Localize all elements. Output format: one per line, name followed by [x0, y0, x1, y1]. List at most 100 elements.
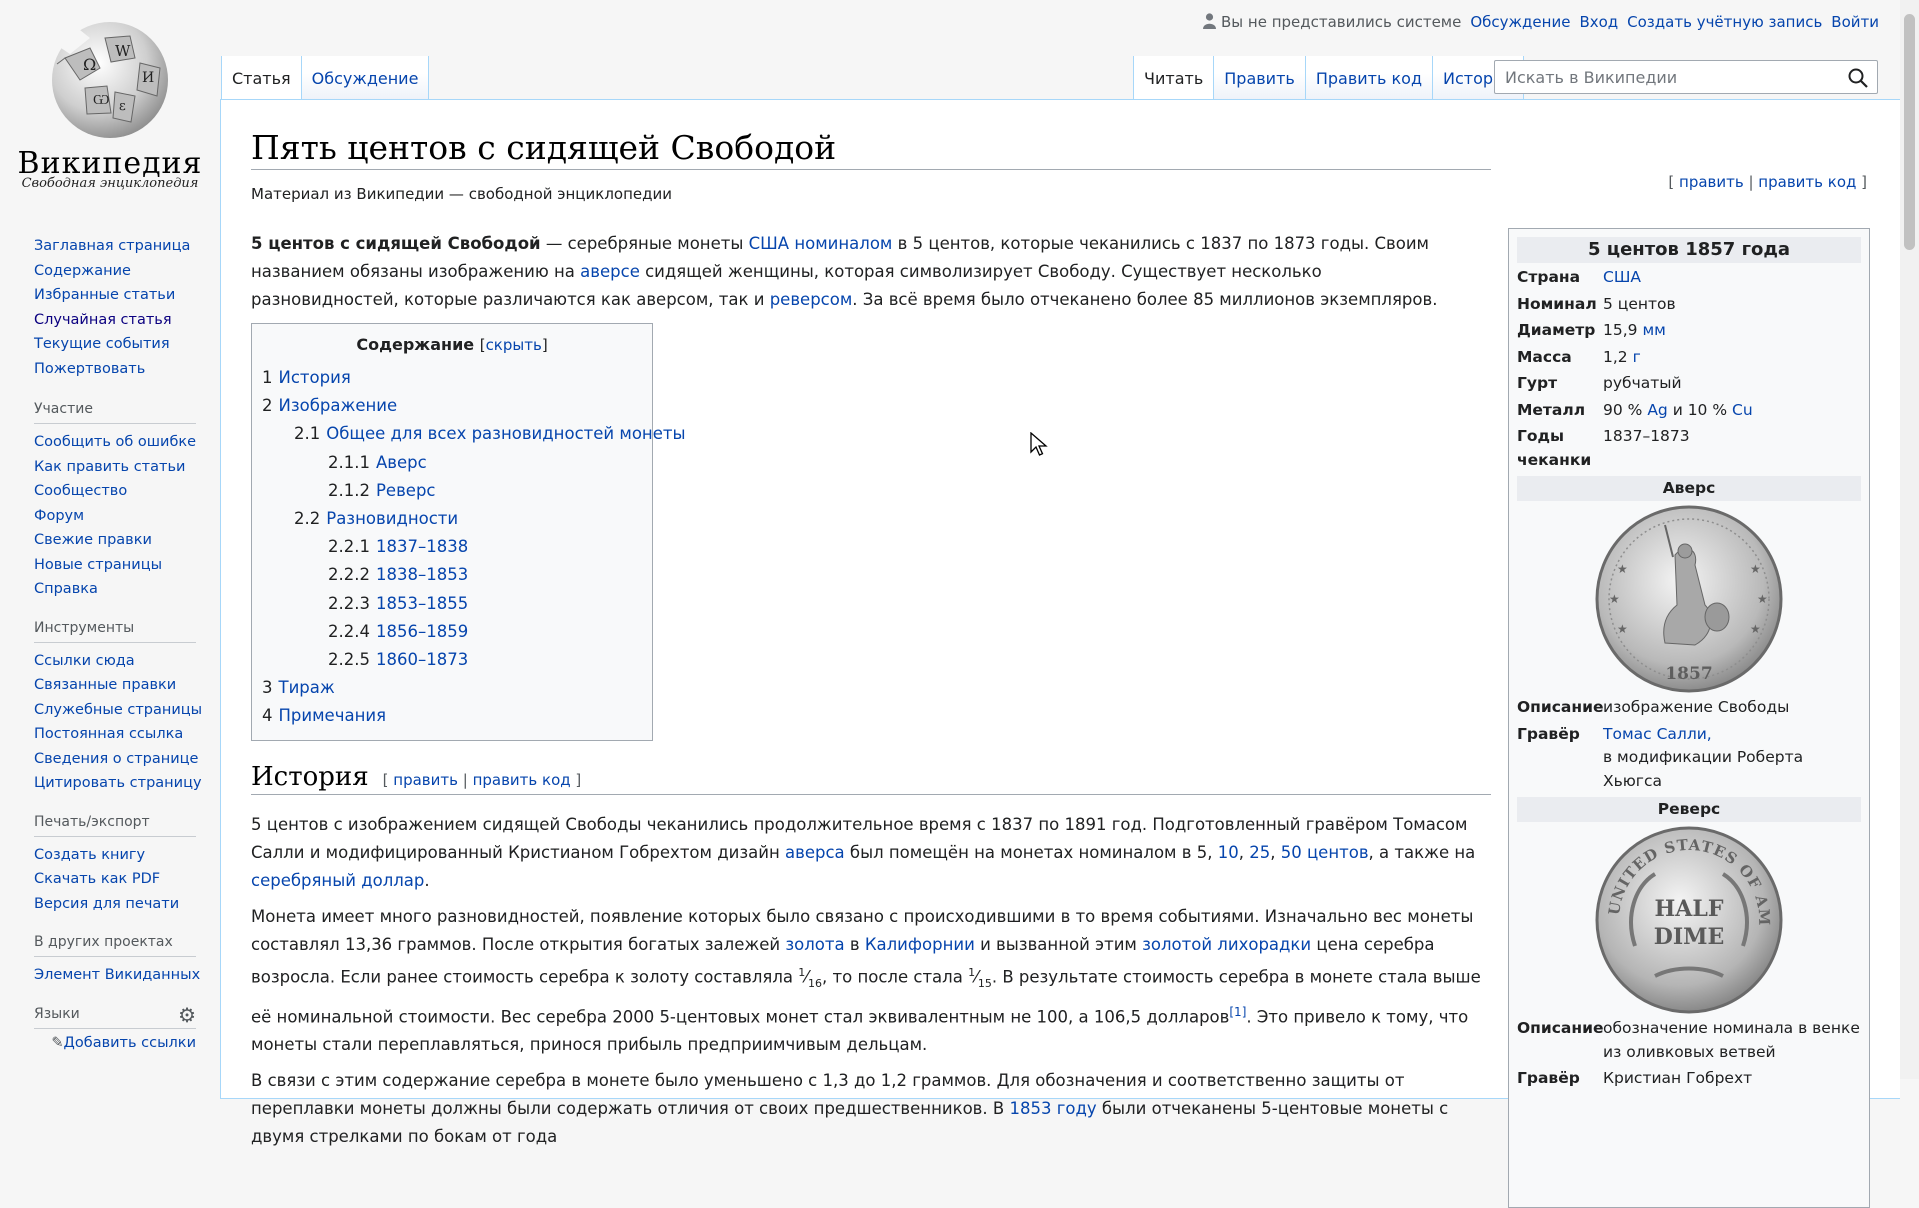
toc-title-text: Содержание — [356, 335, 475, 354]
link-silver-dollar[interactable]: серебряный доллар — [251, 871, 424, 890]
toc-item-number: 2.1 — [294, 424, 321, 444]
infobox-link-usa[interactable]: США — [1603, 268, 1641, 286]
nav-printable[interactable]: Версия для печати — [34, 896, 179, 912]
nav-random[interactable]: Случайная статья — [34, 312, 172, 328]
toc-item-link[interactable]: Изображение — [279, 396, 398, 415]
link-10[interactable]: 10 — [1218, 843, 1239, 862]
add-links-label[interactable]: Добавить ссылки — [64, 1035, 196, 1051]
section-edit-source-link[interactable]: править код — [473, 771, 571, 789]
link-nominal[interactable]: номиналом — [794, 234, 892, 253]
nav-main-page[interactable]: Заглавная страница — [34, 238, 190, 254]
tab-discussion[interactable]: Обсуждение — [301, 56, 430, 100]
page-edit-link[interactable]: править — [1679, 173, 1744, 191]
link-usa[interactable]: США — [749, 234, 789, 253]
toc-item-link[interactable]: История — [279, 368, 351, 387]
toc-item-link[interactable]: Аверс — [376, 453, 427, 472]
toc-item[interactable]: 2.1.2 Реверс — [252, 477, 652, 505]
nav-wikidata-item[interactable]: Элемент Викиданных — [34, 967, 200, 983]
nav-current-events[interactable]: Текущие события — [34, 336, 170, 352]
toc-item[interactable]: 2.2.4 1856–1859 — [252, 618, 652, 646]
tab-article[interactable]: Статья — [221, 56, 302, 100]
toc-item-link[interactable]: Тираж — [279, 678, 335, 697]
nav-what-links-here[interactable]: Ссылки сюда — [34, 653, 135, 669]
toc-item[interactable]: 2.1.1 Аверс — [252, 449, 652, 477]
toc-item[interactable]: 2.2.5 1860–1873 — [252, 646, 652, 674]
search-input[interactable] — [1503, 67, 1837, 88]
infobox-row-metal: Металл 90 % Ag и 10 % Cu — [1517, 396, 1861, 423]
nav-forum[interactable]: Форум — [34, 508, 84, 524]
toc-item[interactable]: 2 Изображение — [252, 392, 652, 420]
login-link[interactable]: Вход — [1579, 13, 1618, 31]
page-scrollbar[interactable] — [1900, 0, 1919, 1079]
toc-item-link[interactable]: 1838–1853 — [376, 565, 468, 584]
toc-item-link[interactable]: Разновидности — [326, 509, 458, 528]
toc-item[interactable]: 2.2 Разновидности — [252, 505, 652, 533]
reference-1[interactable]: [1] — [1229, 1005, 1246, 1019]
nav-featured[interactable]: Избранные статьи — [34, 287, 175, 303]
toc-item-link[interactable]: 1860–1873 — [376, 650, 468, 669]
nav-cite-page[interactable]: Цитировать страницу — [34, 775, 202, 791]
logout-link[interactable]: Войти — [1831, 13, 1879, 31]
toc-item-link[interactable]: Примечания — [279, 706, 387, 725]
nav-community[interactable]: Сообщество — [34, 483, 127, 499]
link-thomas-sully[interactable]: Томас Салли, — [1603, 725, 1712, 743]
nav-how-to-edit[interactable]: Как править статьи — [34, 459, 185, 475]
nav-permanent-link[interactable]: Постоянная ссылка — [34, 726, 183, 742]
gear-icon[interactable]: ⚙ — [178, 1003, 196, 1027]
coin-reverse-image[interactable]: UNITED STATES OF AMERICA HALF DIME — [1595, 826, 1783, 1014]
nav-report-error[interactable]: Сообщить об ошибке — [34, 434, 196, 450]
nav-new-pages[interactable]: Новые страницы — [34, 557, 162, 573]
page-edit-source-link[interactable]: править код — [1758, 173, 1856, 191]
nav-contents[interactable]: Содержание — [34, 263, 131, 279]
nav-donate[interactable]: Пожертвовать — [34, 361, 145, 377]
toc-item[interactable]: 2.2.2 1838–1853 — [252, 561, 652, 589]
link-obverse-2[interactable]: аверса — [785, 843, 845, 862]
toc-item[interactable]: 3 Тираж — [252, 674, 652, 702]
link-reverse[interactable]: реверсом — [770, 290, 853, 309]
nav-download-pdf[interactable]: Скачать как PDF — [34, 871, 160, 887]
nav-create-book[interactable]: Создать книгу — [34, 847, 145, 863]
link-california[interactable]: Калифорнии — [865, 935, 975, 954]
search-icon[interactable] — [1847, 67, 1869, 89]
toc-item[interactable]: 1 История — [252, 364, 652, 392]
link-1853[interactable]: 1853 году — [1009, 1099, 1096, 1118]
add-links[interactable]: ✎Добавить ссылки — [34, 1035, 196, 1051]
toc-toggle[interactable]: [скрыть] — [480, 336, 548, 354]
nav-special-pages[interactable]: Служебные страницы — [34, 702, 202, 718]
link-gold-rush[interactable]: золотой лихорадки — [1142, 935, 1311, 954]
toc-item-link[interactable]: 1856–1859 — [376, 622, 468, 641]
personal-talk-link[interactable]: Обсуждение — [1470, 13, 1570, 31]
nav-main: Заглавная страница Содержание Избранные … — [34, 234, 196, 381]
link-gram[interactable]: г — [1633, 348, 1641, 366]
toc-item-link[interactable]: Общее для всех разновидностей монеты — [326, 424, 685, 443]
coin-obverse-image[interactable]: ★ ★ ★ ★ ★ ★ 1857 — [1595, 505, 1783, 693]
toc-item-link[interactable]: 1853–1855 — [376, 594, 468, 613]
svg-text:★: ★ — [1609, 592, 1620, 606]
create-account-link[interactable]: Создать учётную запись — [1627, 13, 1822, 31]
toc-item-link[interactable]: Реверс — [376, 481, 436, 500]
link-mm[interactable]: мм — [1642, 321, 1665, 339]
link-obverse[interactable]: аверсе — [580, 262, 640, 281]
tab-edit[interactable]: Править — [1214, 56, 1306, 100]
toc-item[interactable]: 2.1 Общее для всех разновидностей монеты — [252, 420, 686, 448]
toc-item-link[interactable]: 1837–1838 — [376, 537, 468, 556]
nav-help[interactable]: Справка — [34, 581, 98, 597]
toc-item[interactable]: 4 Примечания — [252, 702, 652, 730]
toc-item[interactable]: 2.2.1 1837–1838 — [252, 533, 652, 561]
nav-page-info[interactable]: Сведения о странице — [34, 751, 198, 767]
tab-edit-source[interactable]: Править код — [1305, 56, 1433, 100]
scrollbar-thumb[interactable] — [1904, 14, 1915, 250]
link-gold[interactable]: золота — [785, 935, 844, 954]
link-50-cents[interactable]: 50 центов — [1281, 843, 1369, 862]
link-ag[interactable]: Ag — [1647, 401, 1667, 419]
link-cu[interactable]: Cu — [1732, 401, 1753, 419]
section-edit-link[interactable]: править — [393, 771, 458, 789]
toc-item-number: 2.2.4 — [328, 621, 370, 641]
wikipedia-logo[interactable]: Ω W И Ѡ ε Википедия Свободная энциклопед… — [0, 0, 220, 200]
nav-related-changes[interactable]: Связанные правки — [34, 677, 176, 693]
toc-item[interactable]: 2.2.3 1853–1855 — [252, 590, 652, 618]
tab-read[interactable]: Читать — [1133, 56, 1215, 100]
nav-recent-changes[interactable]: Свежие правки — [34, 532, 152, 548]
link-25[interactable]: 25 — [1249, 843, 1270, 862]
toc-toggle-link[interactable]: скрыть — [486, 336, 542, 354]
